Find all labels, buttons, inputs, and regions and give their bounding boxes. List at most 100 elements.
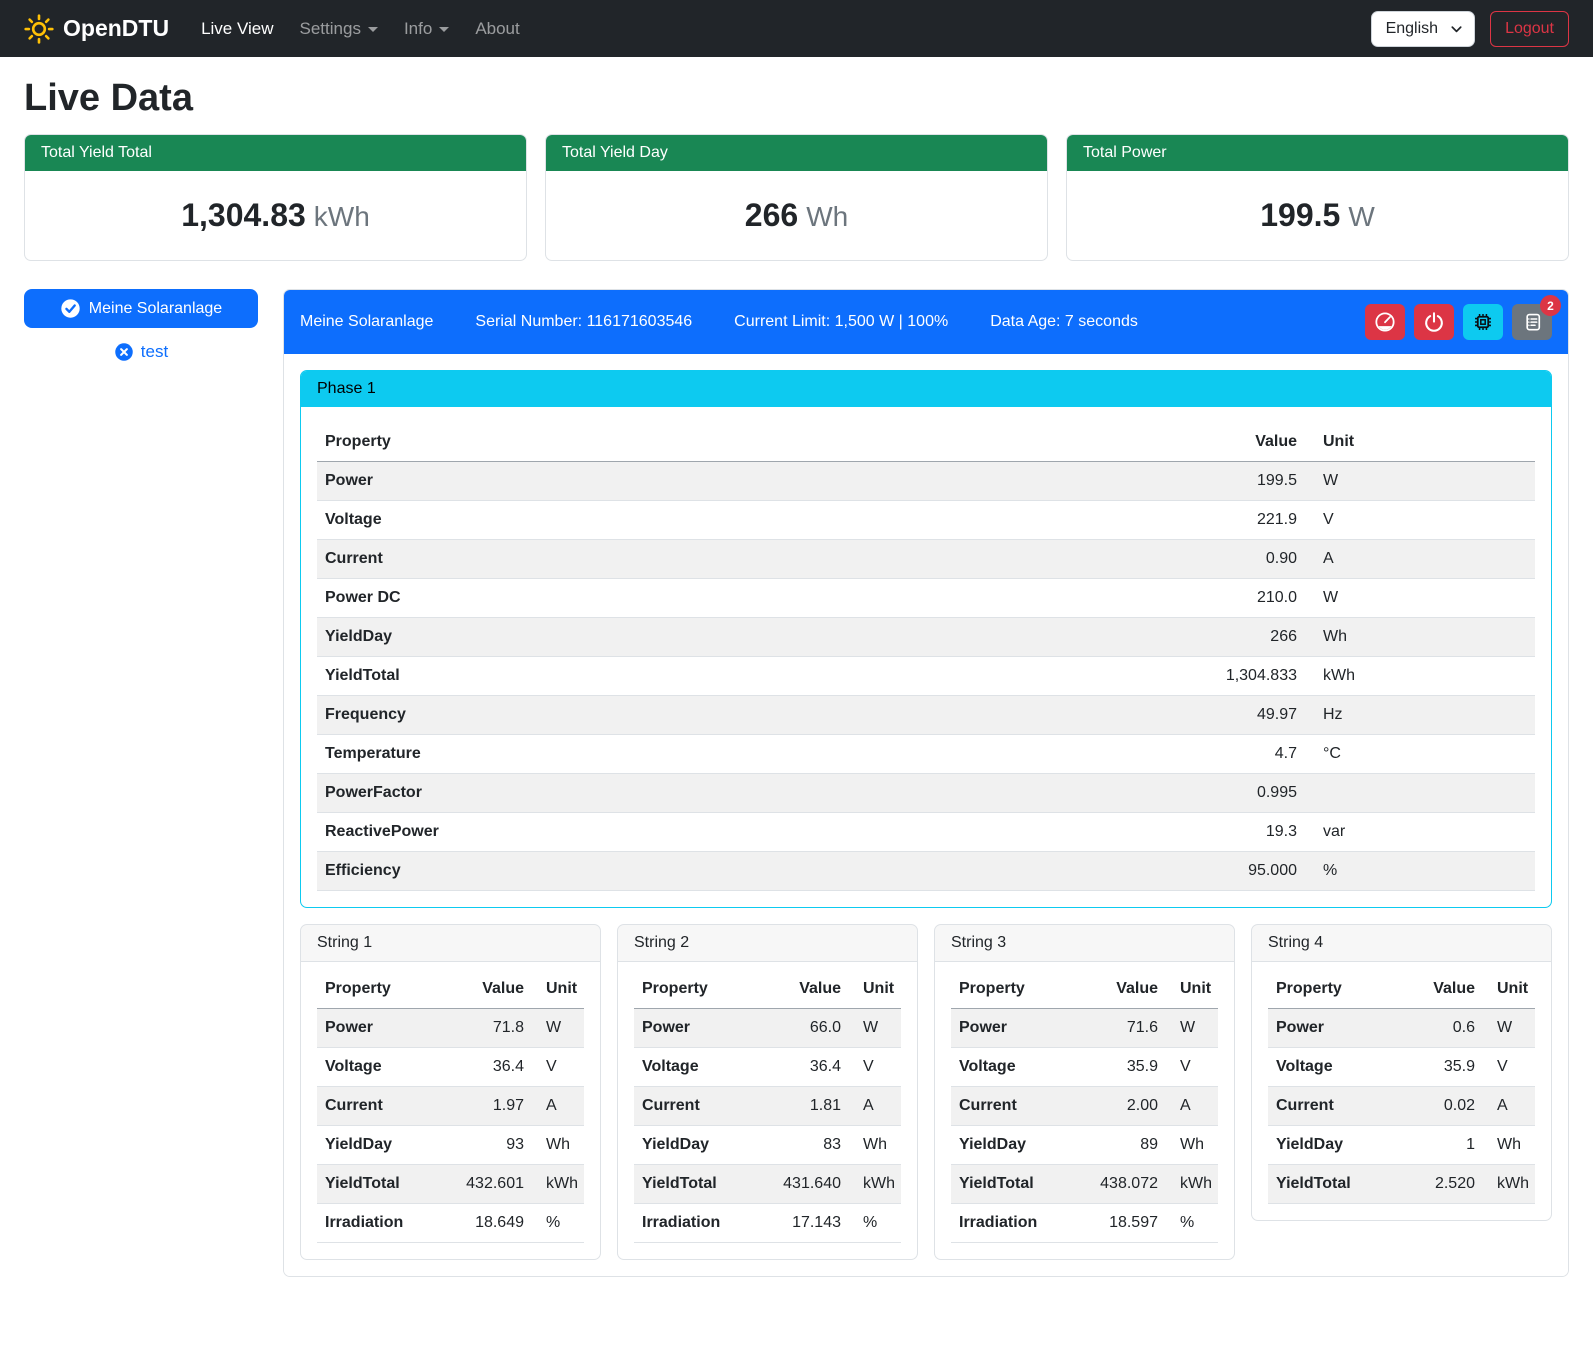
- table-row: Power DC210.0W: [317, 579, 1535, 618]
- unit-cell: kWh: [1483, 1165, 1535, 1204]
- property-cell: YieldDay: [951, 1126, 1070, 1165]
- table-row: YieldDay89Wh: [951, 1126, 1218, 1165]
- value-cell: 49.97: [1175, 696, 1305, 735]
- table-row: YieldDay93Wh: [317, 1126, 584, 1165]
- total-yield-day-card: Total Yield Day 266Wh: [545, 134, 1048, 261]
- table-row: YieldDay1Wh: [1268, 1126, 1535, 1165]
- brand-link[interactable]: OpenDTU: [24, 14, 169, 44]
- property-cell: Current: [317, 1087, 436, 1126]
- string-1-title: String 1: [301, 925, 600, 962]
- power-icon: [1423, 311, 1445, 333]
- unit-cell: V: [1483, 1048, 1535, 1087]
- property-cell: Current: [317, 540, 1175, 579]
- column-header: Value: [1175, 423, 1305, 462]
- value-cell: 89: [1070, 1126, 1166, 1165]
- inverter-limit: Current Limit: 1,500 W | 100%: [734, 313, 948, 331]
- language-select[interactable]: English: [1371, 11, 1475, 47]
- column-header: Property: [634, 970, 753, 1009]
- nav-item-info[interactable]: Info: [394, 11, 459, 47]
- table-row: Power71.6W: [951, 1009, 1218, 1048]
- event-log-button[interactable]: 2: [1512, 304, 1552, 340]
- unit-cell: V: [849, 1048, 901, 1087]
- property-cell: Voltage: [1268, 1048, 1387, 1087]
- property-cell: YieldDay: [1268, 1126, 1387, 1165]
- unit-cell: °C: [1305, 735, 1535, 774]
- property-cell: Power: [317, 462, 1175, 501]
- column-header: Unit: [1166, 970, 1218, 1009]
- property-cell: Power DC: [317, 579, 1175, 618]
- nav-item-about[interactable]: About: [465, 11, 529, 47]
- property-cell: Power: [317, 1009, 436, 1048]
- card-body: 266Wh: [546, 171, 1047, 260]
- value-cell: 221.9: [1175, 501, 1305, 540]
- nav-item-live-view[interactable]: Live View: [191, 11, 283, 47]
- value-cell: 1: [1387, 1126, 1483, 1165]
- unit-cell: A: [532, 1087, 584, 1126]
- language-selected-value: English: [1386, 20, 1438, 37]
- phase-1-card: Phase 1 PropertyValueUnit Power199.5WVol…: [300, 370, 1552, 908]
- property-cell: YieldTotal: [317, 1165, 436, 1204]
- power-settings-button[interactable]: [1414, 304, 1454, 340]
- table-row: Irradiation18.597%: [951, 1204, 1218, 1243]
- string-4-card: String 4 PropertyValueUnit Power0.6WVolt…: [1251, 924, 1552, 1221]
- value-cell: 0.995: [1175, 774, 1305, 813]
- navbar-right: English Logout: [1371, 11, 1569, 47]
- unit-cell: A: [1166, 1087, 1218, 1126]
- inverter-item-test[interactable]: test: [24, 342, 258, 362]
- column-header: Unit: [1483, 970, 1535, 1009]
- inverter-card-header: Meine Solaranlage Serial Number: 1161716…: [284, 290, 1568, 354]
- inverter-serial: Serial Number: 116171603546: [475, 313, 692, 331]
- property-cell: Irradiation: [317, 1204, 436, 1243]
- speedometer-icon: [1374, 311, 1396, 333]
- card-title: Total Power: [1067, 135, 1568, 171]
- property-cell: YieldTotal: [317, 657, 1175, 696]
- card-body: 1,304.83 kWh: [25, 171, 526, 260]
- value-cell: 438.072: [1070, 1165, 1166, 1204]
- unit-cell: V: [532, 1048, 584, 1087]
- unit-cell: Wh: [1483, 1126, 1535, 1165]
- device-info-button[interactable]: [1463, 304, 1503, 340]
- event-count-badge: 2: [1540, 295, 1561, 316]
- string-3-card: String 3 PropertyValueUnit Power71.6WVol…: [934, 924, 1235, 1260]
- total-yield-total-unit: kWh: [314, 201, 370, 232]
- logout-button[interactable]: Logout: [1490, 11, 1569, 47]
- table-row: YieldTotal2.520kWh: [1268, 1165, 1535, 1204]
- total-power-card: Total Power 199.5W: [1066, 134, 1569, 261]
- card-title: Total Yield Day: [546, 135, 1047, 171]
- total-yield-day-unit: Wh: [806, 201, 848, 232]
- total-yield-total-value: 1,304.83: [181, 197, 306, 233]
- value-cell: 35.9: [1070, 1048, 1166, 1087]
- value-cell: 19.3: [1175, 813, 1305, 852]
- nav-item-settings[interactable]: Settings: [290, 11, 388, 47]
- limit-settings-button[interactable]: [1365, 304, 1405, 340]
- property-cell: Power: [1268, 1009, 1387, 1048]
- unit-cell: %: [1305, 852, 1535, 891]
- unit-cell: W: [1305, 579, 1535, 618]
- value-cell: 66.0: [753, 1009, 849, 1048]
- table-header-row: PropertyValueUnit: [634, 970, 901, 1009]
- column-header: Value: [436, 970, 532, 1009]
- table-row: Current1.97A: [317, 1087, 584, 1126]
- value-cell: 36.4: [436, 1048, 532, 1087]
- table-row: Voltage221.9V: [317, 501, 1535, 540]
- unit-cell: %: [532, 1204, 584, 1243]
- value-cell: 18.649: [436, 1204, 532, 1243]
- unit-cell: kWh: [532, 1165, 584, 1204]
- table-header-row: PropertyValueUnit: [1268, 970, 1535, 1009]
- unit-cell: V: [1166, 1048, 1218, 1087]
- inverter-meta: Meine Solaranlage Serial Number: 1161716…: [300, 313, 1138, 331]
- inverter-selected-button[interactable]: Meine Solaranlage: [24, 289, 258, 328]
- phase-1-title: Phase 1: [301, 371, 1551, 407]
- value-cell: 210.0: [1175, 579, 1305, 618]
- table-row: Efficiency95.000%: [317, 852, 1535, 891]
- property-cell: Irradiation: [951, 1204, 1070, 1243]
- string-1-table: PropertyValueUnit Power71.8WVoltage36.4V…: [317, 970, 584, 1243]
- x-circle-icon: [114, 342, 134, 362]
- check-circle-icon: [60, 298, 81, 319]
- table-header-row: PropertyValueUnit: [951, 970, 1218, 1009]
- value-cell: 431.640: [753, 1165, 849, 1204]
- inverter-selector-sidebar: Meine Solaranlage test: [24, 289, 258, 362]
- table-row: Power66.0W: [634, 1009, 901, 1048]
- inverter-actions: 2: [1365, 304, 1552, 340]
- table-row: YieldTotal432.601kWh: [317, 1165, 584, 1204]
